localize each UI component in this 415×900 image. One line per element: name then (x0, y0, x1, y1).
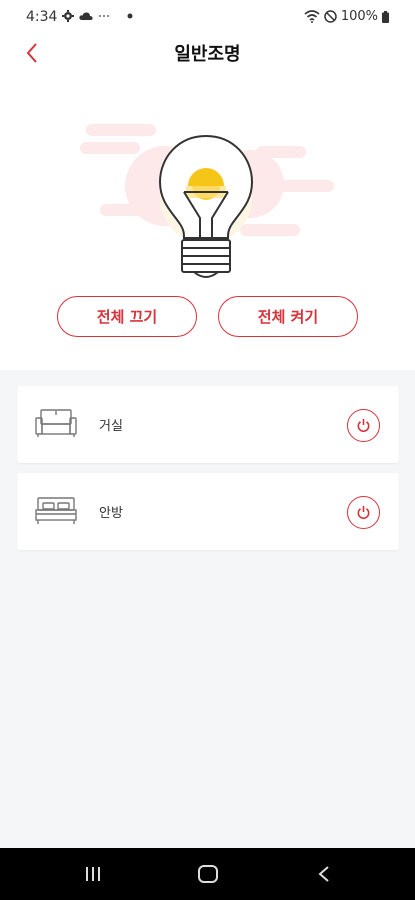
page-title: 일반조명 (174, 44, 241, 65)
app-bar: 일반조명 (0, 36, 415, 76)
hero-section: 전체 끄기 전체 켜기 (0, 76, 415, 370)
dots-icon (99, 15, 109, 17)
light-bulb-illustration (80, 106, 340, 296)
room-card-living-room[interactable]: 거실 (17, 386, 399, 463)
status-right-icons: 100% (304, 9, 389, 24)
system-back-button[interactable] (309, 860, 339, 888)
gear-icon (62, 10, 74, 22)
status-left-icons (62, 10, 133, 22)
all-off-button[interactable]: 전체 끄기 (57, 296, 197, 337)
status-time: 4:34 (26, 9, 58, 25)
recents-icon (86, 867, 100, 881)
wifi-icon (304, 10, 320, 23)
room-label: 거실 (99, 419, 123, 434)
do-not-disturb-icon (324, 10, 337, 23)
power-icon (357, 506, 370, 520)
back-icon (318, 866, 329, 882)
notification-dot-icon (127, 13, 133, 19)
battery-percentage: 100% (340, 9, 378, 24)
all-control-buttons: 전체 끄기 전체 켜기 (0, 296, 415, 340)
room-power-button[interactable] (347, 496, 380, 529)
room-label: 안방 (99, 506, 123, 521)
light-bulb-icon (80, 124, 334, 278)
cloud-icon (79, 12, 93, 20)
sofa-icon (35, 409, 77, 437)
recents-button[interactable] (78, 860, 108, 888)
room-list: 거실 안방 (0, 370, 415, 848)
status-bar: 4:34 100% (0, 0, 415, 36)
power-icon (357, 419, 370, 433)
all-on-button[interactable]: 전체 켜기 (218, 296, 358, 337)
home-button[interactable] (193, 860, 223, 888)
battery-icon (382, 10, 389, 23)
system-navigation-bar (0, 848, 415, 900)
room-card-master-bedroom[interactable]: 안방 (17, 473, 399, 550)
home-icon (198, 865, 218, 883)
bed-icon (35, 497, 77, 524)
room-power-button[interactable] (347, 409, 380, 442)
